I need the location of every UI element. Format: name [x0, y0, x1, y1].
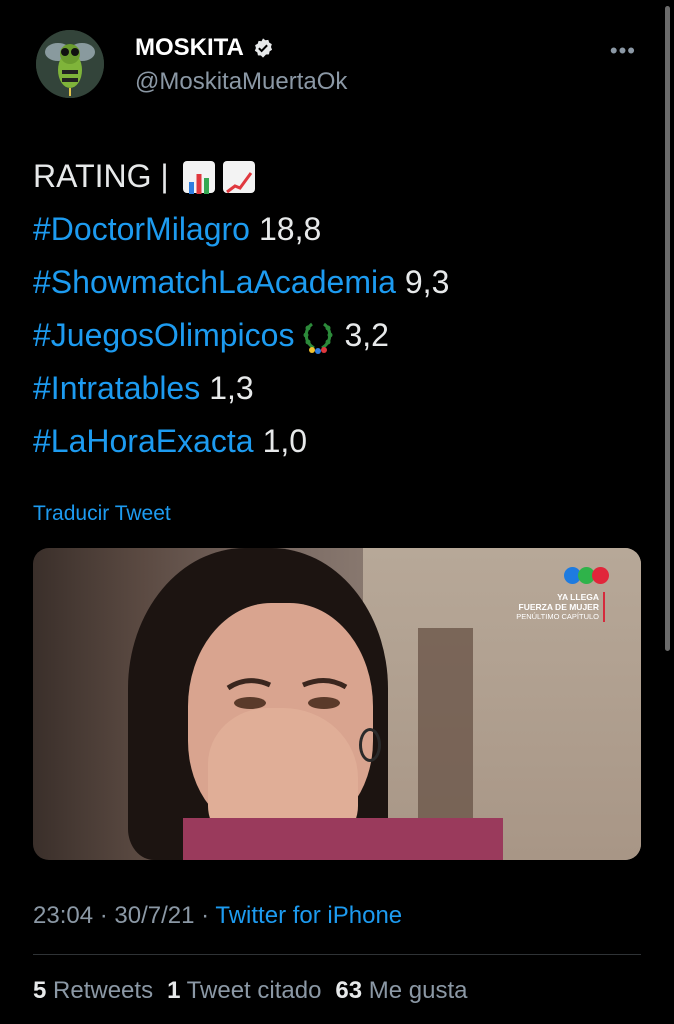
- quote-tweets-stat[interactable]: 1 Tweet citado: [167, 977, 321, 1005]
- bar-chart-emoji: [182, 160, 215, 194]
- user-handle[interactable]: @MoskitaMuertaOk: [135, 68, 347, 96]
- tweet-time[interactable]: 23:04: [33, 902, 93, 929]
- promo-line-3: PENÚLTIMO CAPÍTULO: [516, 612, 599, 621]
- verified-badge-icon: [254, 38, 272, 58]
- tweet-meta: 23:04 · 30/7/21 · Twitter for iPhone: [33, 902, 402, 930]
- olympic-laurel-emoji: [303, 322, 333, 354]
- quote-tweets-count: 1: [167, 977, 181, 1004]
- rating-value: 3,2: [344, 317, 389, 353]
- media-earring: [359, 728, 381, 762]
- rating-line: #Intratables 1,3: [33, 362, 449, 415]
- quote-tweets-label: Tweet citado: [186, 977, 322, 1004]
- rating-line: #ShowmatchLaAcademia 9,3: [33, 256, 449, 309]
- likes-count: 63: [335, 977, 363, 1004]
- logo-dot-red: [592, 567, 609, 584]
- tweet-stats: 5 Retweets 1 Tweet citado 63 Me gusta: [33, 977, 468, 1005]
- translate-tweet-link[interactable]: Traducir Tweet: [33, 502, 171, 526]
- rating-label: RATING |: [33, 158, 169, 194]
- hashtag-link[interactable]: #Intratables: [33, 362, 200, 415]
- more-options-icon[interactable]: •••: [610, 38, 636, 64]
- display-name[interactable]: MOSKITA: [135, 34, 274, 62]
- retweets-count: 5: [33, 977, 47, 1004]
- rating-value: 1,0: [262, 423, 308, 459]
- media-shirt: [183, 818, 503, 860]
- hashtag-link[interactable]: #LaHoraExacta: [33, 415, 254, 468]
- meta-separator: ·: [99, 902, 115, 929]
- tweet-source-link[interactable]: Twitter for iPhone: [215, 902, 402, 929]
- rating-line: #DoctorMilagro 18,8: [33, 203, 449, 256]
- display-name-text: MOSKITA: [135, 34, 244, 61]
- tweet-heading: RATING |: [33, 150, 449, 203]
- retweets-stat[interactable]: 5 Retweets: [33, 977, 153, 1005]
- mosquito-avatar-icon: [36, 30, 104, 98]
- divider: [33, 954, 641, 955]
- promo-line-2: FUERZA DE MUJER: [518, 602, 599, 612]
- tweet-media-image[interactable]: YA LLEGA FUERZA DE MUJER PENÚLTIMO CAPÍT…: [33, 548, 641, 860]
- rating-value: 9,3: [404, 264, 450, 300]
- rating-line: #LaHoraExacta 1,0: [33, 415, 449, 468]
- meta-separator: ·: [201, 902, 216, 929]
- hashtag-link[interactable]: #DoctorMilagro: [33, 203, 250, 256]
- tweet-date[interactable]: 30/7/21: [114, 902, 194, 929]
- avatar[interactable]: [36, 30, 104, 98]
- retweets-label: Retweets: [53, 977, 154, 1004]
- hashtag-link[interactable]: #ShowmatchLaAcademia: [33, 256, 396, 309]
- promo-overlay: YA LLEGA FUERZA DE MUJER PENÚLTIMO CAPÍT…: [516, 592, 605, 622]
- tweet-text: RATING | #DoctorMilagro 18,8 #ShowmatchL…: [33, 150, 449, 468]
- likes-label: Me gusta: [368, 977, 468, 1004]
- rating-line: #JuegosOlimpicos 3,2: [33, 309, 449, 362]
- likes-stat[interactable]: 63 Me gusta: [335, 977, 467, 1005]
- rating-value: 1,3: [209, 370, 254, 406]
- chart-increasing-emoji: [222, 160, 255, 193]
- rating-value: 18,8: [258, 211, 322, 247]
- promo-line-1: YA LLEGA: [557, 592, 599, 602]
- scrollbar[interactable]: [665, 6, 670, 651]
- channel-logo: [564, 567, 609, 584]
- hashtag-link[interactable]: #JuegosOlimpicos: [33, 309, 294, 362]
